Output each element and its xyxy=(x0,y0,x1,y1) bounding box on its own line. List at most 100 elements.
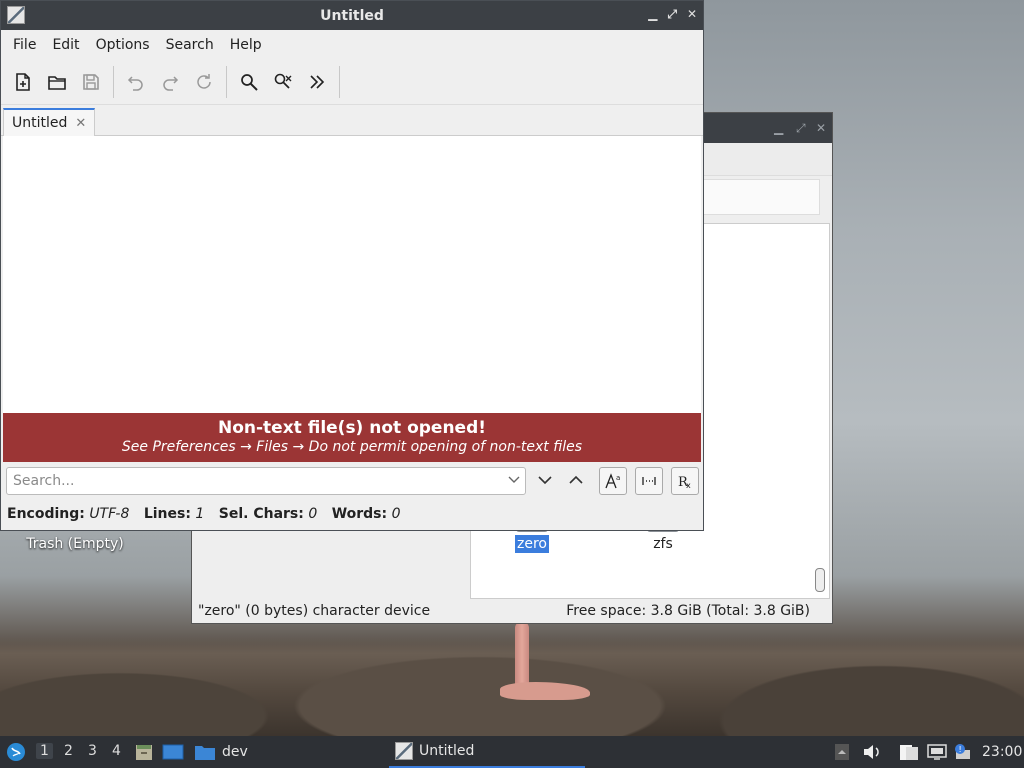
update-notifier[interactable]: ! xyxy=(952,736,972,768)
trash-desktop-label[interactable]: Trash (Empty) xyxy=(20,536,130,552)
clipboard-tray[interactable] xyxy=(898,736,920,768)
banner-subtitle: See Preferences → Files → Do not permit … xyxy=(121,439,583,455)
desktop-switch-1[interactable]: 1 xyxy=(36,743,53,759)
file-label: zfs xyxy=(653,536,673,552)
sel-chars-label: Sel. Chars: xyxy=(218,506,304,522)
open-file-button[interactable] xyxy=(43,68,71,96)
menu-options[interactable]: Options xyxy=(88,37,158,53)
regex-button[interactable]: Rx xyxy=(671,467,699,495)
undo-button[interactable] xyxy=(122,68,150,96)
tray-expander[interactable] xyxy=(834,736,850,768)
toolbar-separator xyxy=(339,66,340,98)
find-previous-button[interactable] xyxy=(568,472,584,492)
network-icon xyxy=(927,744,947,760)
undo-icon xyxy=(127,76,143,91)
volume-control[interactable] xyxy=(862,736,882,768)
words-value: 0 xyxy=(391,506,401,522)
window-title: Untitled xyxy=(320,7,384,24)
new-file-icon xyxy=(16,73,30,91)
clock-time: 23:00 xyxy=(982,744,1023,760)
tab-untitled[interactable]: Untitled ✕ xyxy=(3,108,96,136)
chevron-down-icon[interactable] xyxy=(508,474,520,488)
lines-value: 1 xyxy=(195,506,205,522)
text-editor-window[interactable]: Untitled ▁ ⤢ ✕ File Edit Options Search … xyxy=(0,0,704,531)
file-manager-scrollbar[interactable] xyxy=(815,228,825,592)
match-case-button[interactable]: a xyxy=(599,467,627,495)
desktop-switch-2[interactable]: 2 xyxy=(64,743,73,759)
minimize-icon[interactable]: ▁ xyxy=(774,121,783,135)
tab-bar: Untitled ✕ xyxy=(1,105,703,136)
find-replace-icon xyxy=(274,73,292,89)
start-menu-button[interactable] xyxy=(6,736,26,768)
close-icon[interactable]: ✕ xyxy=(687,7,697,22)
file-cabinet-icon xyxy=(136,745,152,760)
maximize-icon[interactable]: ⤢ xyxy=(667,7,677,22)
main-toolbar xyxy=(1,60,703,105)
toolbar-separator xyxy=(113,66,114,98)
reload-button[interactable] xyxy=(190,68,218,96)
selection-status: "zero" (0 bytes) character device xyxy=(198,603,431,619)
task-untitled[interactable]: Untitled xyxy=(389,736,585,768)
lines-label: Lines: xyxy=(143,506,191,522)
chevron-up-icon xyxy=(569,475,583,484)
more-tools-button[interactable] xyxy=(303,68,331,96)
whole-word-icon xyxy=(642,477,656,485)
menu-edit[interactable]: Edit xyxy=(44,37,87,53)
text-editor-app-icon xyxy=(395,742,413,760)
wallpaper-bird-foot xyxy=(500,682,590,700)
file-label: zero xyxy=(515,535,549,553)
find-button[interactable] xyxy=(235,68,263,96)
find-next-button[interactable] xyxy=(537,472,553,492)
words-label: Words: xyxy=(331,506,388,522)
folder-icon xyxy=(195,746,215,760)
toolbar-separator xyxy=(226,66,227,98)
text-editor-app-icon[interactable] xyxy=(7,6,25,24)
chevron-down-icon xyxy=(538,476,552,485)
minimize-icon[interactable]: ▁ xyxy=(648,7,657,22)
save-button[interactable] xyxy=(77,68,105,96)
file-manager-path-bar[interactable] xyxy=(692,179,820,215)
speaker-icon xyxy=(864,745,879,759)
sel-chars-value: 0 xyxy=(308,506,318,522)
quicklaunch-show-desktop[interactable] xyxy=(162,736,184,768)
desktop-icon xyxy=(162,744,184,760)
free-space-status: Free space: 3.8 GiB (Total: 3.8 GiB) xyxy=(566,603,810,619)
menu-search[interactable]: Search xyxy=(158,37,222,53)
encoding-value: UTF-8 xyxy=(89,506,130,522)
open-folder-icon xyxy=(48,76,66,90)
tab-label: Untitled xyxy=(12,115,68,131)
search-input[interactable] xyxy=(6,467,526,495)
find-icon xyxy=(241,74,258,91)
reload-icon xyxy=(197,74,211,89)
tray-up-icon xyxy=(835,744,849,760)
task-folder-dev[interactable]: dev xyxy=(194,736,248,768)
desktop-switch-4[interactable]: 4 xyxy=(112,743,121,759)
quicklaunch-file-manager[interactable] xyxy=(134,736,154,768)
scrollbar-thumb[interactable] xyxy=(815,568,825,592)
whole-word-button[interactable] xyxy=(635,467,663,495)
encoding-label: Encoding: xyxy=(7,506,85,522)
banner-title: Non-text file(s) not opened! xyxy=(217,418,487,438)
menu-help[interactable]: Help xyxy=(222,37,270,53)
taskbar: 1 2 3 4 dev Untitled ! 23:00 xyxy=(0,736,1024,768)
network-tray[interactable] xyxy=(926,736,948,768)
tab-close-icon[interactable]: ✕ xyxy=(75,116,86,131)
menubar: File Edit Options Search Help xyxy=(1,30,703,60)
find-replace-button[interactable] xyxy=(269,68,297,96)
clock[interactable]: 23:00 xyxy=(982,736,1022,768)
file-manager-statusbar: "zero" (0 bytes) character device Free s… xyxy=(192,599,832,623)
desktop-switch-3[interactable]: 3 xyxy=(88,743,97,759)
redo-icon xyxy=(163,76,179,91)
svg-text:x: x xyxy=(686,481,691,490)
maximize-icon[interactable]: ⤢ xyxy=(796,121,806,136)
close-icon[interactable]: ✕ xyxy=(816,121,826,135)
match-case-icon: a xyxy=(605,473,620,489)
svg-text:!: ! xyxy=(959,745,962,754)
editor-titlebar[interactable]: Untitled ▁ ⤢ ✕ xyxy=(1,1,703,30)
text-editor-area[interactable] xyxy=(3,136,701,414)
redo-button[interactable] xyxy=(156,68,184,96)
new-file-button[interactable] xyxy=(9,68,37,96)
update-icon: ! xyxy=(955,744,970,759)
regex-icon: Rx xyxy=(678,475,691,490)
menu-file[interactable]: File xyxy=(5,37,44,53)
